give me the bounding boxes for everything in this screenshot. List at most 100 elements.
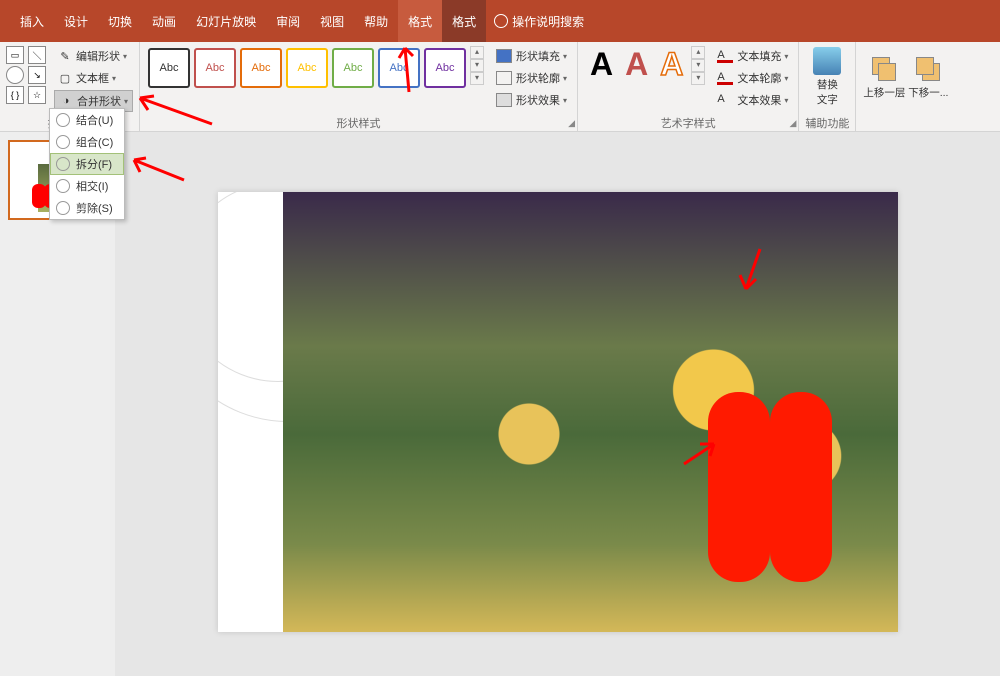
tell-me-search[interactable]: 操作说明搜索 bbox=[494, 13, 584, 30]
merge-union-label: 结合(U) bbox=[76, 112, 113, 128]
wordart-gallery[interactable]: AAA bbox=[584, 46, 689, 83]
lightbulb-icon bbox=[494, 14, 508, 28]
wordart-launcher[interactable]: ◢ bbox=[789, 118, 796, 129]
tab-review[interactable]: 审阅 bbox=[266, 0, 310, 42]
red-rounded-rectangle-1[interactable] bbox=[708, 392, 770, 582]
group-wordart-styles: AAA ▴ ▾ ▾ A 文本填充 ▾ A 文本轮廓 ▾ A bbox=[578, 42, 799, 131]
tell-me-label: 操作说明搜索 bbox=[512, 13, 584, 30]
text-fill-button[interactable]: A 文本填充 ▾ bbox=[713, 46, 792, 66]
shapes-mini-gallery2[interactable]: ＼ ↘ ☆ bbox=[28, 46, 46, 104]
merge-union[interactable]: 结合(U) bbox=[50, 109, 124, 131]
shape-outline-label: 形状轮廓 bbox=[516, 70, 560, 86]
shape-styles-launcher[interactable]: ◢ bbox=[568, 118, 575, 129]
wordart-scroll-down[interactable]: ▾ bbox=[691, 59, 705, 72]
shape-arrow-icon[interactable]: ↘ bbox=[28, 66, 46, 84]
tab-format-picture[interactable]: 格式 bbox=[442, 0, 486, 42]
wordart-preset[interactable]: A bbox=[660, 46, 683, 83]
merge-combine-label: 组合(C) bbox=[76, 134, 113, 150]
fragment-icon bbox=[56, 157, 70, 171]
tab-transition[interactable]: 切换 bbox=[98, 0, 142, 42]
chevron-down-icon: ▾ bbox=[124, 97, 128, 106]
merge-shapes-label: 合并形状 bbox=[77, 93, 121, 109]
text-effects-label: 文本效果 bbox=[737, 92, 781, 108]
tab-animation[interactable]: 动画 bbox=[142, 0, 186, 42]
chevron-down-icon: ▾ bbox=[563, 96, 567, 105]
annotation-arrow bbox=[394, 40, 424, 100]
shape-style-preset[interactable]: Abc bbox=[424, 48, 466, 88]
bring-forward-button[interactable]: 上移一层 bbox=[862, 46, 906, 108]
edit-shape-icon: ✎ bbox=[58, 49, 72, 63]
shape-style-preset[interactable]: Abc bbox=[194, 48, 236, 88]
effects-icon bbox=[496, 93, 512, 107]
tab-insert[interactable]: 插入 bbox=[10, 0, 54, 42]
shape-rectangle-icon[interactable]: ▭ bbox=[6, 46, 24, 64]
bring-forward-icon bbox=[870, 55, 898, 83]
text-outline-icon: A bbox=[717, 71, 733, 85]
shapes-mini-gallery[interactable]: ▭ { } bbox=[6, 46, 24, 104]
shape-star-icon[interactable]: ☆ bbox=[28, 86, 46, 104]
merge-combine[interactable]: 组合(C) bbox=[50, 131, 124, 153]
merge-intersect[interactable]: 相交(I) bbox=[50, 175, 124, 197]
group-label-accessibility: 辅助功能 bbox=[805, 115, 849, 129]
tab-design[interactable]: 设计 bbox=[54, 0, 98, 42]
text-effects-button[interactable]: A 文本效果 ▾ bbox=[713, 90, 792, 110]
send-backward-label: 下移一... bbox=[908, 85, 948, 100]
tab-slideshow[interactable]: 幻灯片放映 bbox=[186, 0, 266, 42]
shape-style-preset[interactable]: Abc bbox=[240, 48, 282, 88]
shape-oval-icon[interactable] bbox=[6, 66, 24, 84]
combine-icon bbox=[56, 135, 70, 149]
shape-style-preset[interactable]: Abc bbox=[286, 48, 328, 88]
gallery-scroll-down[interactable]: ▾ bbox=[470, 59, 484, 72]
chevron-down-icon: ▾ bbox=[784, 74, 788, 83]
wordart-scroll-up[interactable]: ▴ bbox=[691, 46, 705, 59]
text-outline-label: 文本轮廓 bbox=[737, 70, 781, 86]
shape-style-preset[interactable]: Abc bbox=[332, 48, 374, 88]
shape-fill-label: 形状填充 bbox=[516, 48, 560, 64]
tab-view[interactable]: 视图 bbox=[310, 0, 354, 42]
annotation-arrow bbox=[128, 154, 188, 189]
shape-outline-button[interactable]: 形状轮廓 ▾ bbox=[492, 68, 571, 88]
group-label-wordart: 艺术字样式 bbox=[584, 115, 792, 129]
slide[interactable] bbox=[218, 192, 898, 632]
text-box-icon: ▢ bbox=[58, 71, 72, 85]
tab-format-drawing[interactable]: 格式 bbox=[398, 0, 442, 42]
merge-subtract[interactable]: 剪除(S) bbox=[50, 197, 124, 219]
merge-fragment[interactable]: 拆分(F) bbox=[50, 153, 124, 175]
bring-forward-label: 上移一层 bbox=[863, 85, 905, 100]
text-outline-button[interactable]: A 文本轮廓 ▾ bbox=[713, 68, 792, 88]
shape-brace-icon[interactable]: { } bbox=[6, 86, 24, 104]
slide-canvas-area[interactable] bbox=[115, 132, 1000, 676]
annotation-arrow bbox=[730, 245, 770, 300]
red-rounded-rectangle-2[interactable] bbox=[770, 392, 832, 582]
bucket-icon bbox=[496, 49, 512, 63]
shape-line-icon[interactable]: ＼ bbox=[28, 46, 46, 64]
alt-text-label1: 替换 bbox=[817, 77, 838, 92]
wordart-preset[interactable]: A bbox=[590, 46, 613, 83]
chevron-down-icon: ▾ bbox=[784, 96, 788, 105]
wordart-expand[interactable]: ▾ bbox=[691, 72, 705, 85]
text-box-button[interactable]: ▢ 文本框 ▾ bbox=[54, 68, 133, 88]
shape-fill-button[interactable]: 形状填充 ▾ bbox=[492, 46, 571, 66]
gallery-scroll-buttons: ▴ ▾ ▾ bbox=[470, 46, 484, 85]
intersect-icon bbox=[56, 179, 70, 193]
merge-intersect-label: 相交(I) bbox=[76, 178, 108, 194]
alt-text-label2: 文字 bbox=[817, 92, 838, 107]
text-fill-label: 文本填充 bbox=[737, 48, 781, 64]
gallery-expand[interactable]: ▾ bbox=[470, 72, 484, 85]
chevron-down-icon: ▾ bbox=[123, 52, 127, 61]
alt-text-icon bbox=[813, 47, 841, 75]
alt-text-button[interactable]: 替换 文字 bbox=[805, 46, 849, 108]
shape-style-preset[interactable]: Abc bbox=[148, 48, 190, 88]
wordart-preset[interactable]: A bbox=[625, 46, 648, 83]
send-backward-button[interactable]: 下移一... bbox=[906, 46, 950, 108]
group-accessibility: 替换 文字 辅助功能 bbox=[799, 42, 856, 131]
shape-effects-button[interactable]: 形状效果 ▾ bbox=[492, 90, 571, 110]
tab-help[interactable]: 帮助 bbox=[354, 0, 398, 42]
annotation-arrow bbox=[134, 88, 214, 133]
gallery-scroll-up[interactable]: ▴ bbox=[470, 46, 484, 59]
edit-shape-button[interactable]: ✎ 编辑形状 ▾ bbox=[54, 46, 133, 66]
group-arrange: 上移一层 下移一... bbox=[856, 42, 956, 131]
merge-fragment-label: 拆分(F) bbox=[76, 156, 112, 172]
chevron-down-icon: ▾ bbox=[784, 52, 788, 61]
selected-shapes[interactable] bbox=[708, 392, 832, 582]
